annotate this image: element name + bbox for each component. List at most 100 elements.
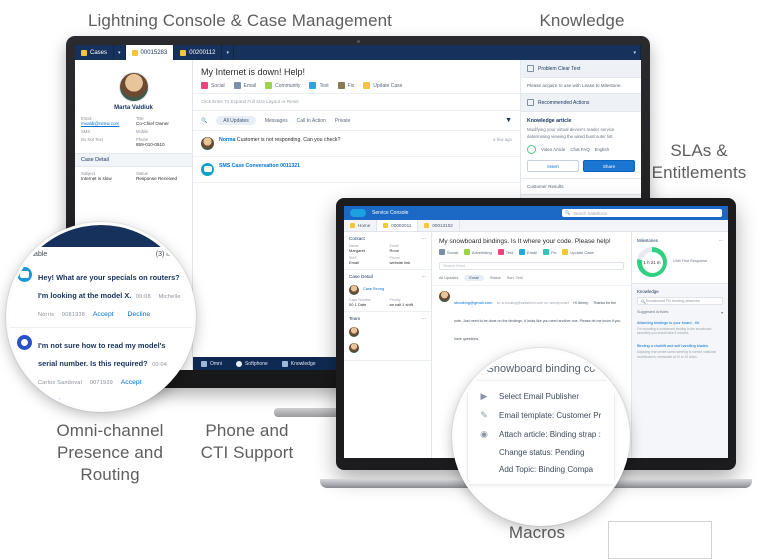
- label-lightning-console: Lightning Console & Case Management: [87, 11, 393, 30]
- diagram-stage: Lightning Console & Case Management Know…: [0, 0, 768, 559]
- macro-step[interactable]: Add Topic: Binding Compa: [468, 461, 614, 478]
- knowledge-item-recommended-actions[interactable]: Recommended Actions: [521, 94, 641, 112]
- console-tab-cases[interactable]: Cases: [75, 45, 115, 60]
- utility-label: Omni: [210, 360, 222, 367]
- more-icon[interactable]: ···: [421, 274, 426, 279]
- knowledge-note: Please acquire to use with Lease to Mile…: [521, 78, 641, 94]
- laptop-tab-case-2[interactable]: 00013102: [418, 220, 460, 231]
- list-item[interactable]: [349, 324, 426, 340]
- feed-filter-all[interactable]: All Updates: [216, 116, 256, 125]
- utility-knowledge[interactable]: Knowledge: [281, 360, 316, 367]
- publisher-email[interactable]: Email: [519, 249, 537, 255]
- field-group: Status Response Received: [136, 171, 186, 181]
- macro-step[interactable]: ✎ Email template: Customer Pr: [468, 406, 614, 425]
- publisher-email[interactable]: Email: [233, 82, 256, 89]
- macro-step[interactable]: Change status: Pending: [468, 444, 614, 461]
- post-author[interactable]: sbooking@gmail.com: [454, 300, 492, 305]
- post-author[interactable]: Norma: [219, 137, 235, 143]
- publisher-text[interactable]: Text: [309, 82, 329, 89]
- publisher-fix[interactable]: Fix: [337, 82, 354, 89]
- advertising-icon: [463, 249, 470, 255]
- meta-chat: Chat FAQ: [570, 147, 590, 153]
- share-button[interactable]: Share: [583, 160, 635, 173]
- feed-post: Norma Customer is not responding. Can yo…: [193, 131, 520, 157]
- decline-button[interactable]: Decline: [128, 311, 151, 318]
- publisher-text[interactable]: Text: [497, 249, 513, 255]
- publisher-fix[interactable]: Fix: [543, 249, 556, 255]
- article-body: Modifying your virtual device's reader s…: [527, 127, 615, 139]
- edit-icon[interactable]: ···: [421, 236, 426, 241]
- tabbar-overflow[interactable]: ▾: [629, 45, 641, 60]
- work-item-content: I'm not sure how to read my model's seri…: [38, 335, 183, 407]
- feed-filter-cta[interactable]: Call to Action: [297, 118, 326, 124]
- filter-icon[interactable]: ▼: [505, 117, 512, 124]
- insert-button[interactable]: Insert: [527, 160, 579, 173]
- field-label: Mobile: [136, 129, 149, 134]
- search-icon[interactable]: 🔍: [201, 118, 207, 124]
- sla-gauge: 1 h 21 m: [637, 247, 667, 277]
- filter-email[interactable]: Email: [464, 275, 484, 281]
- phone-icon: [235, 360, 242, 367]
- publisher-advertising[interactable]: Advertising: [463, 249, 492, 255]
- field-group: Title Co-Chief Owner: [136, 116, 186, 126]
- publisher-community[interactable]: Community: [265, 82, 300, 89]
- knowledge-item-problem-clear-text[interactable]: Problem Clear Text: [521, 60, 641, 78]
- macro-step[interactable]: ◉ Attach article: Binding strap :: [468, 425, 614, 444]
- more-icon[interactable]: ···: [719, 238, 723, 243]
- console-tab-case-2[interactable]: 00200112: [174, 45, 223, 60]
- publisher-label: Update Case: [373, 82, 403, 89]
- omni-status[interactable]: Available: [19, 251, 47, 258]
- console-tab-bar: Cases ▾ 00015283 00200112 ▾ ▾: [75, 45, 641, 60]
- article-item[interactable]: Attaching bindings to your board - Kit F…: [632, 318, 728, 341]
- field-value[interactable]: mvaldi@nimw.com: [81, 121, 131, 126]
- tab-dropdown-0[interactable]: ▾: [114, 45, 126, 60]
- chevron-down-icon[interactable]: ▾: [721, 310, 723, 315]
- chat-icon: [17, 267, 32, 282]
- more-icon[interactable]: ···: [421, 316, 426, 321]
- field-group: Mobile: [136, 129, 186, 134]
- accept-button[interactable]: Accept: [93, 311, 114, 318]
- publisher-update-case[interactable]: Update Case: [363, 82, 402, 89]
- laptop-tab-case-1[interactable]: 00002011: [377, 220, 419, 231]
- post-body-text: Thanks for the note. Just need to be don…: [454, 301, 621, 341]
- avatar: [349, 285, 359, 295]
- publisher-update-case[interactable]: Update Case: [562, 249, 594, 255]
- publisher-social[interactable]: Social: [439, 249, 458, 255]
- decline-button[interactable]: Decline: [38, 397, 61, 404]
- case-detail-section: Case Detail ··· Case Strong Case Number: [344, 270, 431, 312]
- list-item[interactable]: Case Strong: [349, 282, 426, 298]
- utility-omni[interactable]: Omni: [201, 360, 222, 367]
- macro-step-label: Email template: Customer Pr: [499, 411, 602, 420]
- section-title: Suggested Articles: [637, 310, 669, 314]
- milestone-panel: Milestones ··· 1 h 21 m Until First Resp…: [632, 232, 728, 284]
- magnifier-omni-channel: Available (3) items Hey! What are your s…: [6, 222, 196, 412]
- laptop-tab-home[interactable]: Home: [344, 220, 378, 231]
- list-item[interactable]: [349, 340, 426, 356]
- field-group: Email mvaldi@nimw.com: [81, 116, 131, 126]
- post-body: SMS Case Conversation 0011321: [219, 163, 301, 169]
- knowledge-search-input[interactable]: 🔍 Snowboard Fix binding attaches: [637, 297, 723, 305]
- accept-button[interactable]: Accept: [121, 379, 142, 386]
- feed-filter-messages[interactable]: Messages: [265, 118, 288, 124]
- publisher-social[interactable]: Social: [201, 82, 225, 89]
- utility-softphone[interactable]: Softphone: [235, 360, 268, 367]
- field-group: Priority an call 1 shift: [390, 298, 427, 307]
- feed-search-input[interactable]: Search Feed: [439, 262, 624, 270]
- knowledge-icon: [281, 360, 288, 367]
- case-detail-header: Case Detail: [75, 153, 192, 167]
- global-search-input[interactable]: 🔍 Search Salesforce: [562, 209, 722, 217]
- publisher-label: Community: [275, 82, 301, 89]
- filter-sort[interactable]: Sort: Text: [507, 276, 523, 280]
- social-icon: [201, 82, 208, 89]
- tab-dropdown-2[interactable]: ▾: [222, 45, 234, 60]
- macro-step-label: Select Email Publisher: [499, 392, 580, 401]
- filter-all-updates[interactable]: All Updates: [439, 276, 458, 280]
- console-tab-case-1[interactable]: 00015283: [125, 45, 175, 60]
- macro-step[interactable]: ▶ Select Email Publisher: [468, 387, 614, 406]
- field-value: Internet is slow: [81, 176, 112, 181]
- feed-filter-private[interactable]: Private: [335, 118, 351, 124]
- filter-status[interactable]: Status: [490, 276, 501, 280]
- article-item[interactable]: Binding a chairlift and self handling bl…: [632, 341, 728, 364]
